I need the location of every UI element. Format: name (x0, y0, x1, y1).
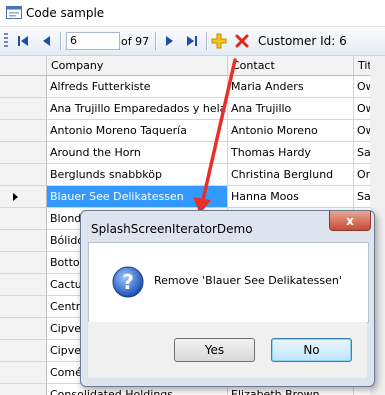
row-header[interactable] (0, 384, 47, 395)
grid-corner-header[interactable] (0, 56, 47, 76)
row-header[interactable] (0, 208, 47, 230)
cell-company[interactable]: Around the Horn (47, 142, 228, 164)
binding-navigator: 6 of 97 Customer Id: 6 (0, 27, 385, 56)
cell-company[interactable]: Alfreds Futterkiste (47, 76, 228, 98)
cell-contact[interactable]: Antonio Moreno (228, 120, 354, 142)
toolbar-separator (206, 32, 207, 50)
row-header[interactable] (0, 296, 47, 318)
move-next-icon (166, 36, 173, 46)
cell-company[interactable]: Berglunds snabbköp (47, 164, 228, 186)
column-header-contact[interactable]: Contact (228, 56, 354, 76)
row-header[interactable] (0, 142, 47, 164)
cell-contact[interactable]: Ana Trujillo (228, 98, 354, 120)
yes-button[interactable]: Yes (174, 338, 255, 362)
column-header-company[interactable]: Company (47, 56, 228, 76)
cell-company[interactable]: Antonio Moreno Taquería (47, 120, 228, 142)
row-header[interactable] (0, 362, 47, 384)
dialog-button-bar: Yes No (88, 322, 367, 378)
move-next-button[interactable] (160, 32, 178, 50)
row-header[interactable] (0, 318, 47, 340)
dialog-message: Remove 'Blauer See Delikatessen' (154, 274, 342, 287)
row-header[interactable] (0, 340, 47, 362)
row-header[interactable] (0, 230, 47, 252)
row-header[interactable] (0, 120, 47, 142)
row-header[interactable] (0, 274, 47, 296)
add-new-button[interactable] (210, 32, 228, 50)
confirm-dialog: SplashScreenIteratorDemo x ? Remove 'Bla… (80, 210, 375, 387)
delete-button[interactable] (233, 32, 251, 50)
app-form-icon (6, 6, 22, 19)
move-first-icon (18, 36, 28, 46)
customer-id-label: Customer Id: 6 (258, 34, 347, 48)
row-header[interactable] (0, 76, 47, 98)
cell-contact[interactable]: Maria Anders (228, 76, 354, 98)
cell-contact[interactable]: Christina Berglund (228, 164, 354, 186)
row-header[interactable] (0, 252, 47, 274)
cell-contact[interactable]: Thomas Hardy (228, 142, 354, 164)
cell-contact[interactable]: Hanna Moos (228, 186, 354, 208)
title-bar: Code sample (0, 0, 385, 27)
toolbar-separator (155, 32, 156, 50)
count-label: of 97 (121, 35, 150, 48)
row-header[interactable] (0, 164, 47, 186)
cell-company[interactable]: Blauer See Delikatessen (47, 186, 228, 208)
close-icon: x (346, 213, 354, 228)
move-last-button[interactable] (183, 32, 201, 50)
move-previous-button[interactable] (38, 32, 56, 50)
no-button[interactable]: No (271, 338, 352, 362)
dialog-close-button[interactable]: x (329, 211, 371, 231)
svg-text:?: ? (122, 270, 134, 294)
dialog-body: ? Remove 'Blauer See Delikatessen' (88, 242, 369, 323)
toolbar-separator (60, 32, 61, 50)
cell-company[interactable]: Ana Trujillo Emparedados y helados (47, 98, 228, 120)
current-row-arrow-icon (13, 193, 18, 201)
move-first-button[interactable] (14, 32, 32, 50)
position-input[interactable]: 6 (66, 32, 120, 50)
move-previous-icon (43, 36, 50, 46)
move-last-icon (187, 36, 197, 46)
add-plus-icon (211, 33, 227, 49)
question-icon: ? (112, 266, 144, 298)
delete-x-icon (235, 34, 249, 48)
row-header[interactable] (0, 98, 47, 120)
window-title: Code sample (26, 6, 105, 20)
row-header[interactable] (0, 186, 47, 208)
dialog-title: SplashScreenIteratorDemo (91, 222, 253, 236)
toolbar-grip[interactable] (4, 33, 8, 49)
